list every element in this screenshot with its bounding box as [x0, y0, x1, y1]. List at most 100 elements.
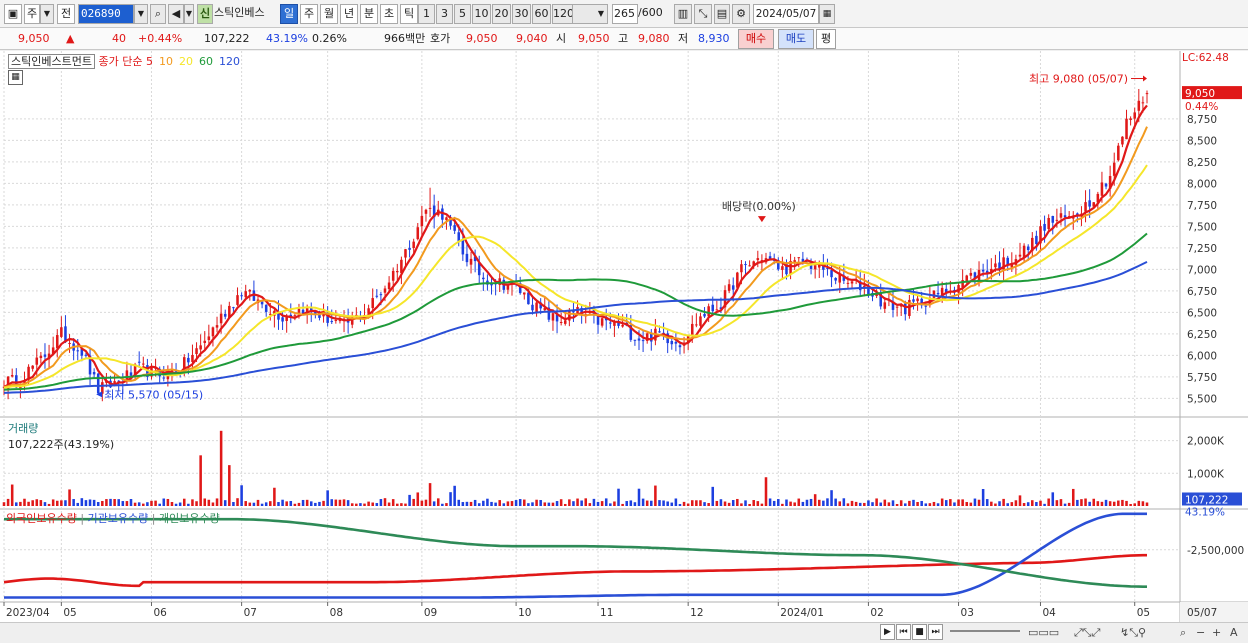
stock-title[interactable]: 스틱인베스트먼트 [8, 54, 95, 69]
candle-type-icon[interactable]: ▥ [674, 4, 692, 24]
period-tab[interactable]: 주 [300, 4, 318, 24]
speaker-icon[interactable]: ◀ [168, 4, 184, 24]
candle-body [797, 257, 801, 259]
buy-button[interactable]: 매수 [738, 29, 774, 49]
volume-bar [379, 499, 383, 506]
period-tab[interactable]: 일 [280, 4, 298, 24]
zoom-slider[interactable] [950, 630, 1020, 632]
chart-area[interactable]: 최고 9,080 (05/07) 최저 5,570 (05/15) 배당락(0.00… [0, 51, 1248, 622]
pattern-icon[interactable]: ↯⤡⚲ [1120, 626, 1146, 640]
volume-bar [1047, 498, 1050, 506]
volume-bar [863, 502, 866, 506]
scroll-right-icon[interactable]: ▶ [880, 624, 895, 640]
volume-bar [690, 500, 694, 506]
candle-body [60, 327, 63, 337]
volume-bar [588, 503, 592, 506]
volume-bar [461, 502, 465, 506]
period-tab[interactable]: 년 [340, 4, 358, 24]
candle-body [1121, 136, 1124, 145]
search-icon[interactable]: ⌕ [150, 4, 166, 24]
last-page-icon[interactable]: ⏭ [928, 624, 943, 640]
volume-bar [117, 499, 120, 506]
stock-code-input[interactable]: 026890 [78, 4, 134, 24]
stop-icon[interactable]: ■ [912, 624, 927, 640]
prev-button[interactable]: 전 [57, 4, 75, 24]
candle-body [264, 304, 268, 312]
bid-price: 9,040 [516, 32, 548, 45]
market-select[interactable]: 주 [24, 4, 40, 24]
period-tab[interactable]: 초 [380, 4, 398, 24]
sell-button[interactable]: 매도 [778, 29, 814, 49]
price-tick-label: 8,750 [1187, 114, 1217, 126]
first-page-icon[interactable]: ⏮ [896, 624, 911, 640]
volume-bar [813, 494, 817, 506]
volume-bar [391, 499, 395, 506]
interval-tab[interactable]: 60 [532, 4, 551, 24]
lc-label: LC:62.48 [1182, 52, 1229, 64]
last-volume-label: 107,222 [1185, 494, 1228, 506]
gear-icon[interactable]: ⚙ [732, 4, 750, 24]
date-input[interactable]: 2024/05/07 [753, 4, 819, 24]
volume-bar [998, 501, 1001, 506]
volume-bar [150, 500, 153, 506]
volume-bar [72, 499, 75, 506]
layout-icon[interactable]: ▭▭▭ [1028, 626, 1059, 639]
interval-dropdown-icon[interactable]: ▼ [572, 4, 608, 24]
period-tab[interactable]: 틱 [400, 4, 418, 24]
interval-tab[interactable]: 1 [418, 4, 435, 24]
candle-body [1022, 245, 1026, 258]
volume-bar [445, 503, 448, 506]
x-tick-label: 09 [424, 607, 437, 619]
candle-body [551, 313, 555, 321]
interval-tab[interactable]: 3 [436, 4, 453, 24]
volume-bar [121, 501, 125, 506]
volume-bar [740, 503, 743, 506]
legend-ma-5: 5 [145, 55, 153, 68]
calendar-icon[interactable]: ▦ [819, 4, 835, 24]
candle-body [420, 215, 424, 227]
interval-tab[interactable]: 10 [472, 4, 491, 24]
candle-body [1141, 102, 1145, 104]
period-tab[interactable]: 분 [360, 4, 378, 24]
x-tick-label: 06 [153, 607, 167, 619]
interval-tab[interactable]: 120 [552, 4, 574, 24]
x-tick-label: 02 [870, 607, 883, 619]
market-dropdown-icon[interactable]: ▼ [40, 4, 54, 24]
volume-bar [637, 488, 641, 506]
window-icon[interactable]: ▣ [4, 4, 22, 24]
candle-body [563, 320, 567, 324]
grid-toggle-icon[interactable]: ▦ [8, 70, 23, 85]
tools-icon[interactable]: ⤢⤡⤢ [1074, 626, 1100, 640]
period-tab[interactable]: 월 [320, 4, 338, 24]
candle-body [731, 285, 735, 290]
interval-tab[interactable]: 5 [454, 4, 471, 24]
interval-tab[interactable]: 20 [492, 4, 511, 24]
volume-bar [846, 503, 850, 506]
speaker-dropdown-icon[interactable]: ▼ [184, 4, 194, 24]
eval-button[interactable]: 평 [816, 29, 836, 49]
candle-body [1117, 145, 1120, 161]
volume-bar [330, 499, 334, 506]
drawing-tool-icon[interactable]: ⤡ [694, 4, 712, 24]
volume-bar [289, 500, 293, 506]
zoom-out-icon[interactable]: − [1196, 626, 1205, 639]
volume-bar [1002, 498, 1005, 506]
bar-count-input[interactable]: 265 [612, 4, 638, 24]
interval-tab[interactable]: 30 [512, 4, 531, 24]
candle-body [1129, 118, 1132, 121]
price-tick-label: 6,500 [1187, 307, 1217, 319]
high-label: 고 [618, 32, 629, 45]
volume-bar [76, 502, 80, 506]
code-dropdown-icon[interactable]: ▼ [134, 4, 148, 24]
holdings-legend: 외국인보유수량 | 기관보유수량 | 개인보유수량 [6, 512, 220, 525]
zoom-in-icon[interactable]: + [1212, 626, 1221, 639]
volume-bar [1026, 502, 1030, 506]
volume-bar [281, 499, 284, 506]
candle-body [404, 249, 407, 258]
volume-bar [531, 502, 534, 506]
zoom-search-icon[interactable]: ⌕ [1180, 626, 1186, 640]
candle-body [641, 340, 645, 342]
font-size-icon[interactable]: A [1230, 626, 1238, 639]
volume-bar [43, 502, 47, 506]
save-icon[interactable]: ▤ [714, 4, 730, 24]
